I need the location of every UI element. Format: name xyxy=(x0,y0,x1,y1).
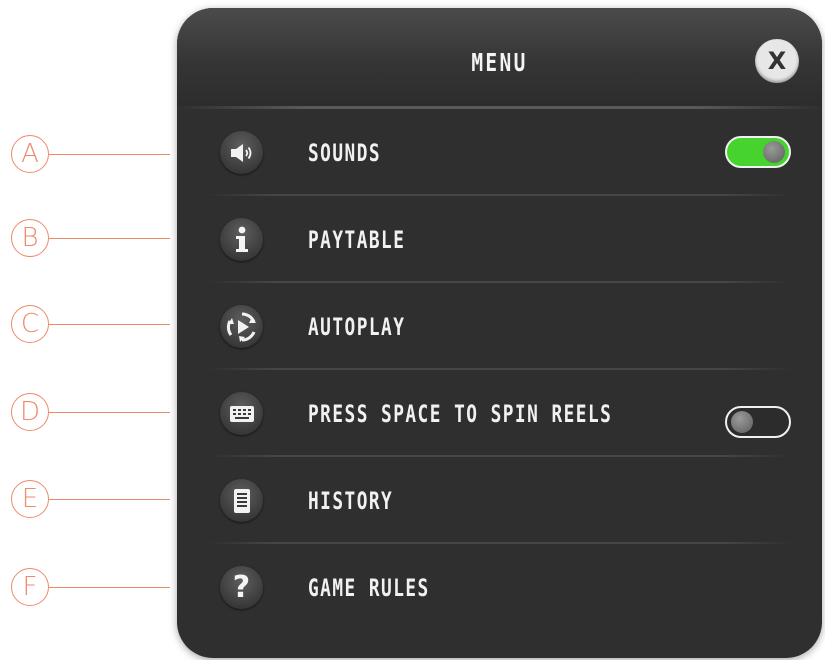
menu-item-sounds[interactable]: SOUNDS xyxy=(177,109,822,196)
menu-item-label: SOUNDS xyxy=(308,139,382,167)
menu-item-paytable[interactable]: PAYTABLE xyxy=(177,196,822,283)
callout-line xyxy=(49,154,170,155)
callout-line xyxy=(49,587,170,588)
menu-item-label: HISTORY xyxy=(308,487,394,515)
speaker-icon xyxy=(220,131,263,174)
menu-item-label: PRESS SPACE TO SPIN REELS xyxy=(308,400,613,428)
close-icon: X xyxy=(767,47,787,75)
callout-circle: B xyxy=(11,219,49,257)
callout-b: B xyxy=(11,219,181,259)
callout-line xyxy=(49,412,170,413)
menu-title: MENU xyxy=(471,48,528,77)
menu-item-autoplay[interactable]: AUTOPLAY xyxy=(177,283,822,370)
question-icon: ? xyxy=(220,566,263,609)
callout-line xyxy=(49,324,170,325)
callout-line xyxy=(49,238,170,239)
callout-circle: C xyxy=(11,305,49,343)
menu-item-game-rules[interactable]: ? GAME RULES xyxy=(177,544,822,631)
sounds-toggle[interactable] xyxy=(725,136,791,168)
autoplay-icon xyxy=(220,305,263,348)
callout-e: E xyxy=(11,480,181,520)
callout-a: A xyxy=(11,135,181,175)
close-button[interactable]: X xyxy=(755,39,799,83)
menu-header: MENU X xyxy=(177,8,822,108)
history-icon xyxy=(220,479,263,522)
callout-circle: A xyxy=(11,135,49,173)
callout-circle: D xyxy=(11,393,49,431)
press-space-toggle[interactable] xyxy=(725,406,791,438)
menu-item-history[interactable]: HISTORY xyxy=(177,457,822,544)
toggle-knob xyxy=(731,411,753,433)
menu-panel: MENU X SOUNDS PAYTABLE AUTOPLAY PRESS SP… xyxy=(177,8,822,658)
menu-item-press-space[interactable]: PRESS SPACE TO SPIN REELS xyxy=(177,370,822,457)
callout-c: C xyxy=(11,305,181,345)
question-glyph: ? xyxy=(232,570,251,605)
callout-line xyxy=(49,499,170,500)
menu-item-label: GAME RULES xyxy=(308,574,430,602)
callout-circle: E xyxy=(11,480,49,518)
info-icon xyxy=(220,218,263,261)
callout-f: F xyxy=(11,568,181,608)
toggle-knob xyxy=(763,141,785,163)
menu-item-label: AUTOPLAY xyxy=(308,313,406,341)
keyboard-icon xyxy=(220,392,263,435)
callout-d: D xyxy=(11,393,181,433)
menu-item-label: PAYTABLE xyxy=(308,226,406,254)
callout-circle: F xyxy=(11,568,49,606)
